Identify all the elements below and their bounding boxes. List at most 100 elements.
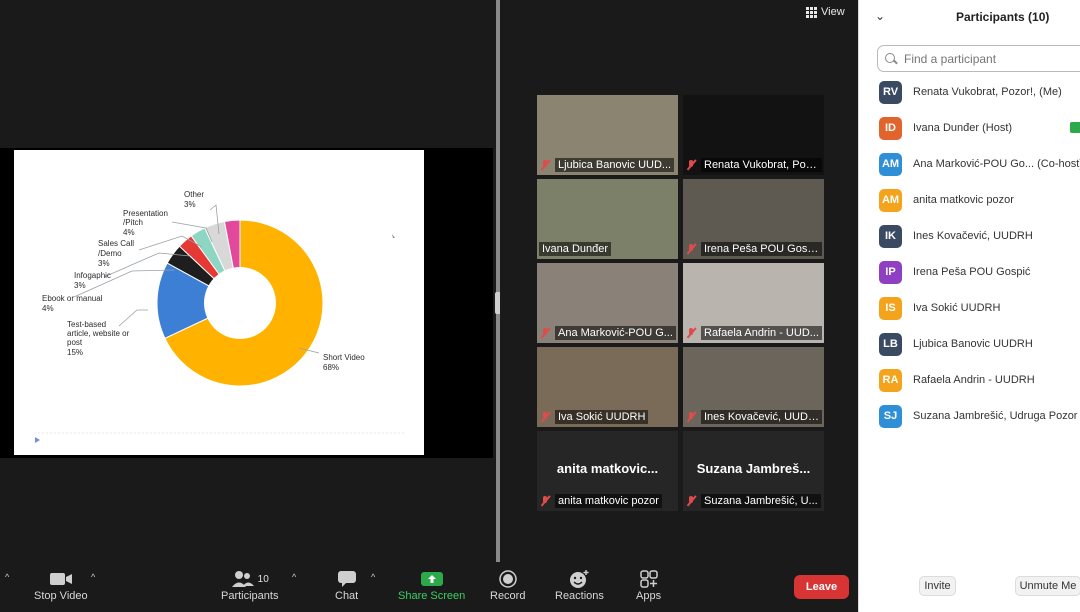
participants-icon: 10 [231,568,269,590]
participant-name: Ivana Dunđer (Host) [913,122,1013,134]
chat-bubble-icon [336,568,358,590]
slide-play-icon[interactable] [35,437,40,443]
participants-panel-header: ⌄ Participants (10) [859,0,1080,34]
video-tile-name-label: Iva Sokić UUDRH [555,410,649,424]
participant-search[interactable] [877,45,1080,72]
participant-name: Rafaela Andrin - UUDRH [913,374,1035,386]
participants-panel-title: Participants (10) [956,10,1050,24]
sharing-indicator-icon [1070,122,1080,133]
smiley-icon [568,568,590,590]
invite-button[interactable]: Invite [919,576,956,596]
video-tile-name: Iva Sokić UUDRH [539,409,676,425]
video-tile[interactable]: Ljubica Banovic UUD... [537,95,678,175]
participant-row[interactable]: LB Ljubica Banovic UUDRH [879,332,1033,356]
video-tile[interactable]: Irena Peša POU Gospić [683,179,824,259]
video-gallery: View Ljubica Banovic UUD... Renata Vukobr… [500,0,858,560]
participant-row[interactable]: RA Rafaela Andrin - UUDRH [879,368,1035,392]
avatar: IK [879,224,902,248]
label-other-pct: 3% [184,200,196,209]
video-tile[interactable]: Suzana Jambreš... Suzana Jambrešić, U... [683,431,824,511]
label-ebook-pct: 4% [42,304,54,313]
muted-mic-icon [685,243,697,255]
label-sales-2: /Demo [98,249,122,258]
video-tile-name-label: Irena Peša POU Gospić [701,242,822,256]
presentation-slide: Other 3% Presentation /Pitch 4% Sales Ca… [14,150,424,455]
participants-options-chevron-icon[interactable]: ^ [292,572,296,582]
video-tile-name: Ljubica Banovic UUD... [539,157,676,173]
participant-row[interactable]: IP Irena Peša POU Gospić [879,260,1030,284]
muted-mic-icon [539,495,551,507]
participant-row[interactable]: ID Ivana Dunđer (Host) [879,116,1012,140]
participant-row[interactable]: IK Ines Kovačević, UUDRH [879,224,1033,248]
video-tile[interactable]: Ana Marković-POU G... [537,263,678,343]
chat-options-chevron-icon[interactable]: ^ [371,572,375,582]
shared-screen: Other 3% Presentation /Pitch 4% Sales Ca… [0,148,493,458]
video-tile[interactable]: Iva Sokić UUDRH [537,347,678,427]
muted-mic-icon [685,159,697,171]
muted-mic-icon [539,411,551,423]
stop-video-button[interactable]: Stop Video [34,568,88,602]
video-tile-name-label: Renata Vukobrat, Poz... [701,158,822,172]
participants-button[interactable]: 10 Participants [221,568,278,602]
chat-button[interactable]: Chat [335,568,358,602]
unmute-me-button[interactable]: Unmute Me [1015,576,1080,596]
participant-name: Suzana Jambrešić, Udruga Pozor [913,410,1078,422]
avatar: ID [879,116,902,140]
record-icon [498,568,518,590]
video-tile[interactable]: Ines Kovačević, UUDRH [683,347,824,427]
video-tile[interactable]: Renata Vukobrat, Poz... [683,95,824,175]
collapse-chevron-icon[interactable]: ⌄ [875,9,885,23]
label-presentation-pct: 4% [123,228,135,237]
apps-button[interactable]: Apps [636,568,661,602]
label-short-video-pct: 68% [323,363,339,372]
reactions-label: Reactions [555,590,604,602]
participant-row[interactable]: IS Iva Sokić UUDRH [879,296,1000,320]
label-test-pct: 15% [67,348,83,357]
reactions-button[interactable]: Reactions [555,568,604,602]
participant-name: Ana Marković-POU Go... (Co-host) [913,158,1080,170]
avatar: SJ [879,404,902,428]
video-camera-icon [49,568,73,590]
muted-mic-icon [685,327,697,339]
participant-search-input[interactable] [904,51,1074,66]
participant-row[interactable]: AM Ana Marković-POU Go... (Co-host) [879,152,1080,176]
label-short-video: Short Video [323,353,365,362]
video-tile[interactable]: Ivana Dunđer [537,179,678,259]
video-tile-display-name: anita matkovic... [556,461,659,476]
video-tile-name-label: Rafaela Andrin - UUD... [701,326,822,340]
muted-mic-icon [539,327,551,339]
video-tile-name-label: Ivana Dunđer [539,242,612,256]
record-button[interactable]: Record [490,568,525,602]
leave-button[interactable]: Leave [794,575,849,599]
avatar: AM [879,188,902,212]
participant-row[interactable]: RV Renata Vukobrat, Pozor!, (Me) [879,80,1062,104]
video-tile[interactable]: anita matkovic... anita matkovic pozor [537,431,678,511]
share-screen-label: Share Screen [398,590,466,602]
participants-count: 10 [257,573,269,585]
view-button-label: View [821,6,845,18]
video-tile-name: Ivana Dunđer [539,241,676,257]
participant-row[interactable]: AM anita matkovic pozor [879,188,1014,212]
video-tile-name-label: Ljubica Banovic UUD... [555,158,675,172]
avatar: AM [879,152,902,176]
participant-name: Renata Vukobrat, Pozor!, (Me) [913,86,1062,98]
participants-label: Participants [221,590,279,602]
video-tile-display-name: Suzana Jambreš... [696,461,811,476]
video-tile-name: Rafaela Andrin - UUD... [685,325,822,341]
label-other: Other [184,190,204,199]
share-screen-button[interactable]: Share Screen [398,568,465,602]
shared-screen-area: Other 3% Presentation /Pitch 4% Sales Ca… [0,0,497,560]
video-tile-name: Renata Vukobrat, Poz... [685,157,822,173]
participant-row[interactable]: SJ Suzana Jambrešić, Udruga Pozor [879,404,1077,428]
view-button[interactable]: View [806,6,845,18]
avatar: LB [879,332,902,356]
avatar: RV [879,80,902,104]
muted-mic-icon [539,159,551,171]
avatar: IS [879,296,902,320]
video-tile[interactable]: Rafaela Andrin - UUD... [683,263,824,343]
participant-name: Iva Sokić UUDRH [913,302,1001,314]
search-icon [884,52,898,66]
video-options-chevron-icon[interactable]: ^ [91,572,95,582]
audio-options-chevron-icon[interactable]: ^ [5,572,9,582]
apps-icon [639,568,659,590]
